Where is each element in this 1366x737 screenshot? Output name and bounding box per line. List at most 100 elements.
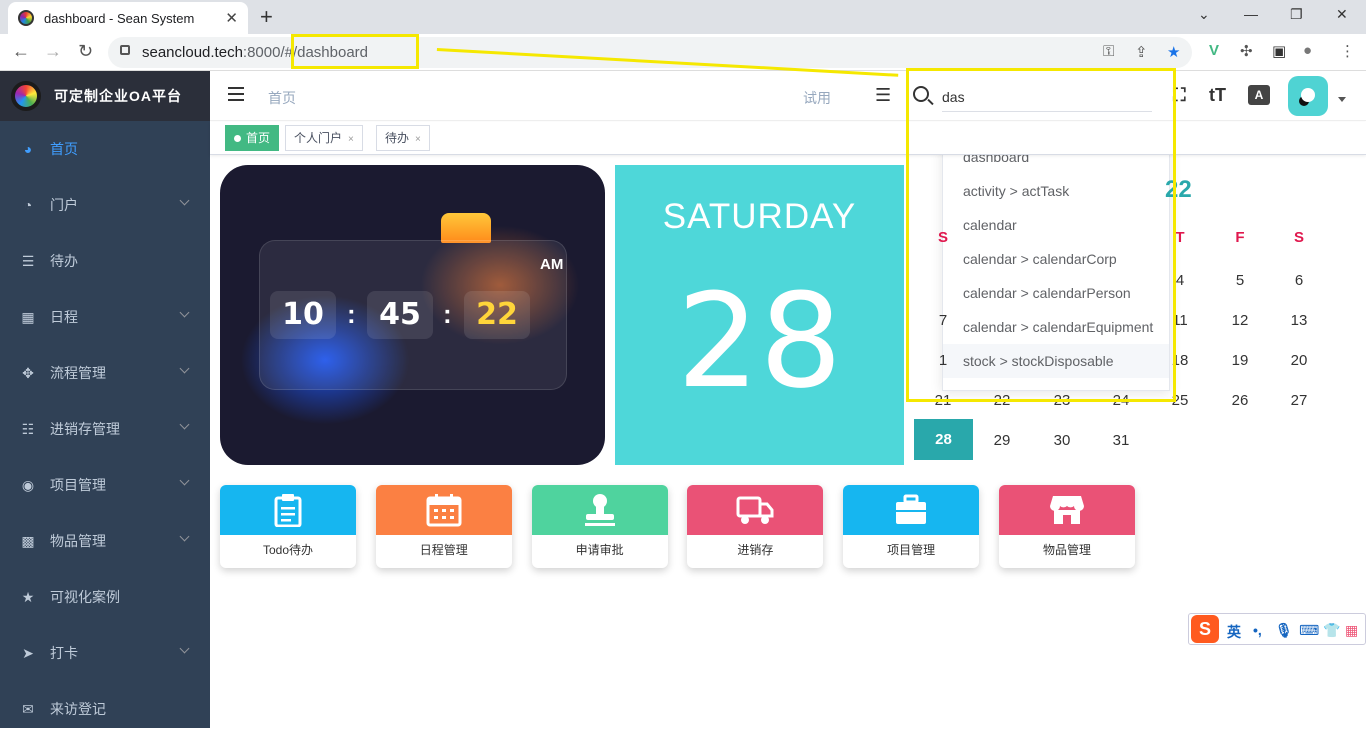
- tag-home[interactable]: 首页: [225, 125, 280, 151]
- tag-close-icon[interactable]: ×: [348, 134, 354, 145]
- quick-link-label: Todo待办: [262, 543, 314, 557]
- tag-label: 首页: [246, 131, 271, 145]
- tags-view: 首页 个人门户 × 待办 ×: [210, 122, 1366, 155]
- quick-link-card[interactable]: 申请审批: [531, 485, 668, 568]
- lock-icon: [120, 45, 130, 55]
- extensions-icon[interactable]: ✣: [1240, 42, 1253, 60]
- vue-devtools-icon[interactable]: V: [1209, 42, 1219, 59]
- gauge-icon: ◔: [23, 197, 33, 213]
- calendar-day[interactable]: 19: [1220, 352, 1260, 369]
- menu-dots-icon[interactable]: ⋮: [1340, 42, 1355, 60]
- avatar[interactable]: [1288, 76, 1328, 116]
- address-bar: ← → ↻ seancloud.tech:8000/#/dashboard ⚿ …: [0, 34, 1366, 71]
- weekday: SATURDAY: [662, 197, 857, 236]
- tab-search-icon[interactable]: ⌄: [1198, 6, 1210, 23]
- quick-link-card[interactable]: 进销存: [687, 485, 824, 568]
- sidebar-item-label: 待办: [50, 253, 78, 269]
- share-icon[interactable]: ⇪: [1135, 43, 1148, 61]
- skin-icon[interactable]: 👕: [1323, 622, 1340, 639]
- brand: 可定制企业OA平台: [0, 71, 210, 121]
- sidebar-item-4[interactable]: ✥ 流程管理: [0, 345, 210, 401]
- clock-knob: [441, 213, 491, 243]
- reload-icon[interactable]: ↻: [78, 41, 93, 62]
- calendar-day[interactable]: 12: [1220, 312, 1260, 329]
- clock-hours: 10: [270, 291, 336, 339]
- hamburger-icon[interactable]: [228, 87, 244, 101]
- outline-icon[interactable]: ☰: [875, 85, 891, 106]
- ime-mode[interactable]: 英: [1227, 622, 1241, 642]
- chevron-down-icon: [179, 307, 190, 318]
- back-icon[interactable]: ←: [12, 41, 30, 62]
- minimize-icon[interactable]: —: [1244, 6, 1258, 22]
- calendar-day[interactable]: 13: [1279, 312, 1319, 329]
- url-field[interactable]: seancloud.tech:8000/#/dashboard ⚿ ⇪ ★: [108, 37, 1192, 68]
- forward-icon[interactable]: →: [44, 41, 62, 62]
- sidebar: 可定制企业OA平台 ◕ 首页 ◔ 门户 ☰ 待办 ▦ 日程 ✥ 流程管理 ☷ 进销存管理 ◉ 项目管理 ▩ 物…: [0, 71, 210, 728]
- eye-icon: ◉: [21, 476, 35, 493]
- bookmark-star-icon[interactable]: ★: [1167, 43, 1180, 61]
- quick-link-card[interactable]: Todo待办: [220, 485, 356, 568]
- sidebar-item-6[interactable]: ◉ 项目管理: [0, 457, 210, 513]
- calendar-day[interactable]: 6: [1279, 272, 1319, 289]
- clock-widget: AM 10 : 45 : 22: [220, 165, 605, 465]
- active-dot-icon: [234, 135, 241, 142]
- tag-label: 个人门户: [294, 131, 343, 145]
- star-icon: ★: [21, 588, 35, 605]
- window-close-icon[interactable]: ✕: [1336, 6, 1348, 23]
- tab-close-icon[interactable]: ✕: [225, 9, 238, 27]
- trial-link[interactable]: 试用: [803, 88, 831, 108]
- clock-separator: :: [443, 299, 452, 329]
- calendar-day[interactable]: 30: [1042, 432, 1082, 449]
- ime-logo-icon[interactable]: S: [1191, 615, 1219, 643]
- sidebar-item-label: 日程: [50, 309, 78, 325]
- profile-icon[interactable]: ●: [1303, 42, 1312, 59]
- side-panel-icon[interactable]: ▣: [1272, 42, 1286, 60]
- favicon-icon: [18, 10, 34, 26]
- store-icon: [999, 485, 1135, 535]
- calendar-day[interactable]: 29: [982, 432, 1022, 449]
- ime-punct[interactable]: •,: [1253, 622, 1262, 638]
- tag-todo[interactable]: 待办 ×: [376, 125, 430, 151]
- chat-icon: ✉: [22, 700, 34, 717]
- new-tab-icon[interactable]: +: [260, 4, 273, 30]
- tab-title: dashboard - Sean System: [44, 10, 195, 26]
- sidebar-item-5[interactable]: ☷ 进销存管理: [0, 401, 210, 457]
- calendar-day[interactable]: 31: [1101, 432, 1141, 449]
- quick-link-card[interactable]: 项目管理: [843, 485, 980, 568]
- tag-close-icon[interactable]: ×: [415, 134, 421, 145]
- sidebar-item-0[interactable]: ◕ 首页: [0, 121, 210, 177]
- sidebar-item-3[interactable]: ▦ 日程: [0, 289, 210, 345]
- calendar-today[interactable]: 28: [914, 419, 973, 460]
- grid-icon: ▦: [21, 308, 35, 325]
- font-size-icon[interactable]: tT: [1209, 85, 1226, 106]
- sidebar-item-10[interactable]: ✉ 来访登记: [0, 681, 210, 737]
- briefcase-icon: [843, 485, 980, 535]
- mic-icon[interactable]: 🎙: [1275, 622, 1293, 639]
- sidebar-item-8[interactable]: ★ 可视化案例: [0, 569, 210, 625]
- calendar-day[interactable]: 26: [1220, 392, 1260, 409]
- tag-portal[interactable]: 个人门户 ×: [285, 125, 363, 151]
- restore-icon[interactable]: ❐: [1290, 6, 1303, 23]
- apps-icon[interactable]: ▦: [1345, 622, 1358, 639]
- logo-icon: [11, 81, 41, 111]
- quick-link-label: 物品管理: [1042, 543, 1091, 557]
- translate-icon[interactable]: A: [1248, 85, 1270, 105]
- quick-link-card[interactable]: 物品管理: [999, 485, 1135, 568]
- quick-link-card[interactable]: 日程管理: [375, 485, 512, 568]
- calendar-day[interactable]: 27: [1279, 392, 1319, 409]
- weekday-header: S: [1293, 229, 1304, 246]
- breadcrumb[interactable]: 首页: [268, 88, 296, 108]
- chevron-down-icon: [179, 419, 190, 430]
- caret-down-icon[interactable]: [1338, 97, 1346, 102]
- keyboard-icon[interactable]: ⌨: [1299, 622, 1319, 639]
- browser-tab[interactable]: dashboard - Sean System ✕: [8, 2, 248, 34]
- calendar-day[interactable]: 20: [1279, 352, 1319, 369]
- compass-icon: ✥: [22, 364, 34, 381]
- sidebar-item-9[interactable]: ➤ 打卡: [0, 625, 210, 681]
- sidebar-item-2[interactable]: ☰ 待办: [0, 233, 210, 289]
- key-icon[interactable]: ⚿: [1103, 43, 1114, 60]
- navbar: 首页 试用 ☰ ⛶ tT A: [210, 71, 1366, 121]
- sidebar-item-1[interactable]: ◔ 门户: [0, 177, 210, 233]
- calendar-day[interactable]: 5: [1220, 272, 1260, 289]
- sidebar-item-7[interactable]: ▩ 物品管理: [0, 513, 210, 569]
